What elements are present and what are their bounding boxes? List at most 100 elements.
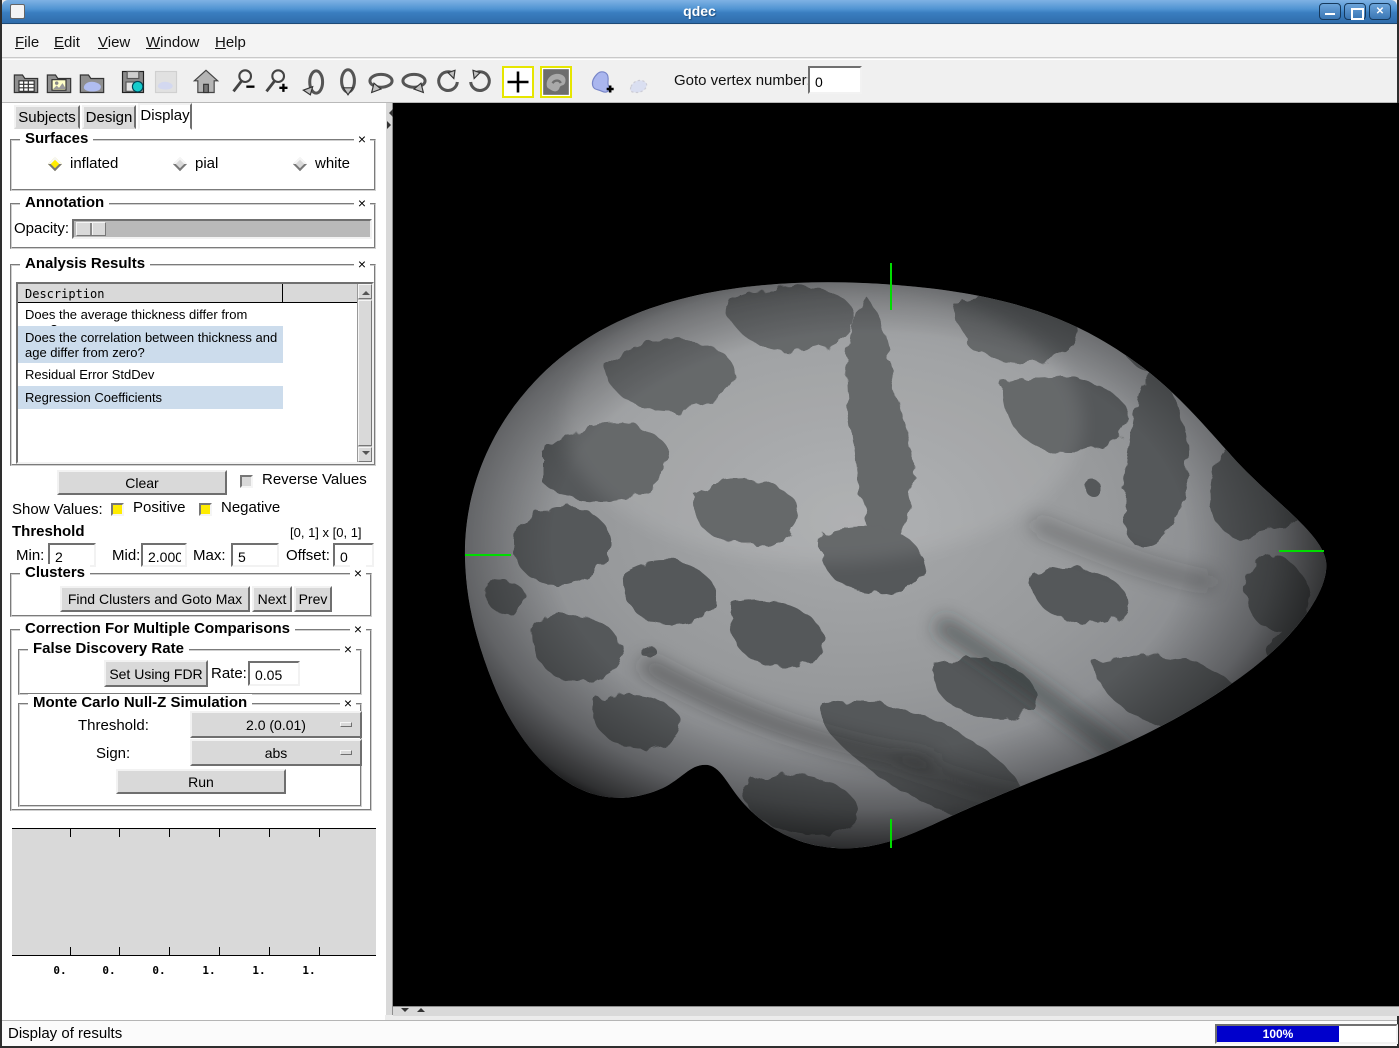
menu-bar: File Edit View Window Help [2, 25, 1397, 58]
annotation-close-icon[interactable]: × [354, 195, 370, 211]
list-item[interactable]: Does the average thickness differ from z… [18, 303, 283, 326]
scrollbar-thumb[interactable] [358, 300, 372, 446]
scroll-up-icon[interactable] [358, 284, 372, 299]
prev-cluster-button[interactable]: Prev [294, 586, 332, 612]
control-panel: Subjects Design Display Surfaces × infla… [2, 103, 385, 1020]
tab-subjects[interactable]: Subjects [14, 105, 80, 129]
threshold-mid-input[interactable] [141, 543, 187, 567]
fdr-close-icon[interactable]: × [340, 641, 356, 657]
load-data-table-icon[interactable] [12, 68, 40, 96]
correction-group: Correction For Multiple Comparisons × Fa… [10, 629, 372, 811]
clusters-close-icon[interactable]: × [350, 565, 366, 581]
negative-checkbox[interactable] [199, 503, 212, 516]
roll-cw-icon[interactable] [466, 68, 494, 96]
menu-edit[interactable]: Edit [50, 32, 84, 53]
status-bar: Display of results 100% [2, 1020, 1397, 1046]
radio-pial[interactable] [173, 157, 187, 171]
surface-viewport[interactable] [393, 103, 1399, 1006]
title-bar[interactable]: qdec ✕ [2, 0, 1397, 24]
clear-button[interactable]: Clear [57, 470, 227, 495]
analysis-results-title: Analysis Results [20, 255, 150, 272]
rotate-up-icon[interactable] [301, 68, 329, 96]
histogram-panel: 0. 0. 0. 1. 1. 1. [12, 822, 376, 978]
negative-label[interactable]: Negative [221, 499, 280, 516]
minimize-button[interactable] [1319, 3, 1341, 20]
radio-white-label[interactable]: white [315, 155, 350, 172]
goto-vertex-input[interactable] [808, 66, 862, 94]
show-cursor-icon[interactable] [502, 66, 534, 98]
menu-help[interactable]: Help [211, 32, 250, 53]
correction-close-icon[interactable]: × [350, 621, 366, 637]
rotate-left-icon[interactable] [367, 68, 395, 96]
maximize-button[interactable] [1344, 3, 1366, 20]
zoom-in-icon[interactable] [263, 68, 291, 96]
threshold-offset-input[interactable] [333, 543, 374, 567]
results-scrollbar[interactable] [357, 284, 372, 462]
fdr-rate-label: Rate: [211, 665, 247, 682]
results-listbox: Description Does the average thickness d… [16, 282, 374, 464]
mc-threshold-label: Threshold: [78, 717, 149, 734]
tab-design[interactable]: Design [82, 105, 136, 129]
rotate-right-icon[interactable] [400, 68, 428, 96]
menu-file[interactable]: File [11, 32, 43, 53]
rotate-down-icon[interactable] [334, 68, 362, 96]
application-window: qdec ✕ File Edit View Window Help [0, 0, 1399, 1048]
radio-pial-label[interactable]: pial [195, 155, 218, 172]
reverse-values-checkbox[interactable] [240, 475, 253, 488]
opacity-slider-handle[interactable] [76, 222, 106, 236]
reverse-values-label[interactable]: Reverse Values [262, 471, 367, 488]
home-view-icon[interactable] [192, 68, 220, 96]
load-project-file-icon[interactable] [45, 68, 73, 96]
set-using-fdr-button[interactable]: Set Using FDR [104, 660, 208, 687]
next-cluster-button[interactable]: Next [252, 586, 292, 612]
histogram-plot-area [12, 828, 376, 956]
zoom-out-icon[interactable] [230, 68, 258, 96]
scroll-down-icon[interactable] [358, 447, 372, 462]
x-tick-label: 0. [147, 964, 171, 977]
threshold-max-input[interactable] [231, 543, 279, 567]
vertical-splitter[interactable] [385, 103, 393, 1015]
list-item[interactable]: Does the correlation between thickness a… [18, 326, 283, 363]
progress-fill: 100% [1217, 1026, 1339, 1042]
load-label-icon[interactable] [78, 68, 106, 96]
collapse-down-icon[interactable] [401, 1008, 409, 1016]
close-button[interactable]: ✕ [1369, 3, 1391, 20]
analysis-results-close-icon[interactable]: × [354, 256, 370, 272]
menu-window[interactable]: Window [142, 32, 203, 53]
montecarlo-group: Monte Carlo Null-Z Simulation × Threshol… [18, 703, 362, 807]
montecarlo-title: Monte Carlo Null-Z Simulation [28, 694, 252, 711]
tab-display[interactable]: Display [138, 103, 192, 130]
run-simulation-button[interactable]: Run [116, 769, 286, 794]
save-data-table-icon[interactable] [119, 68, 147, 96]
list-item[interactable]: Residual Error StdDev [18, 363, 283, 386]
radio-inflated-label[interactable]: inflated [70, 155, 118, 172]
collapse-left-icon[interactable] [385, 109, 393, 117]
dropdown-indicator-icon [340, 750, 352, 755]
annotation-group: Annotation × Opacity: [10, 203, 376, 249]
montecarlo-close-icon[interactable]: × [340, 695, 356, 711]
horizontal-splitter[interactable] [393, 1006, 1399, 1016]
fdr-rate-input[interactable] [248, 661, 300, 686]
description-column-header[interactable]: Description [18, 284, 357, 303]
mc-sign-dropdown[interactable]: abs [190, 739, 362, 766]
opacity-slider[interactable] [72, 219, 372, 239]
radio-inflated[interactable] [48, 157, 62, 171]
show-curvature-icon[interactable] [540, 66, 572, 98]
positive-label[interactable]: Positive [133, 499, 186, 516]
find-clusters-button[interactable]: Find Clusters and Goto Max [60, 586, 250, 612]
mc-sign-label: Sign: [96, 745, 130, 762]
goto-vertex-label: Goto vertex number: [674, 72, 811, 89]
radio-white[interactable] [293, 157, 307, 171]
positive-checkbox[interactable] [111, 503, 124, 516]
list-item[interactable]: Regression Coefficients [18, 386, 283, 409]
add-marker-icon[interactable] [588, 68, 616, 96]
column-separator[interactable] [282, 284, 283, 303]
analysis-results-group: Analysis Results × Description Does the … [10, 264, 376, 466]
mc-threshold-dropdown[interactable]: 2.0 (0.01) [190, 711, 362, 738]
mc-threshold-value: 2.0 (0.01) [246, 717, 306, 733]
surfaces-close-icon[interactable]: × [354, 131, 370, 147]
roll-ccw-icon[interactable] [434, 68, 462, 96]
expand-up-icon[interactable] [417, 1004, 425, 1012]
save-label-icon-disabled [152, 68, 180, 96]
menu-view[interactable]: View [94, 32, 134, 53]
